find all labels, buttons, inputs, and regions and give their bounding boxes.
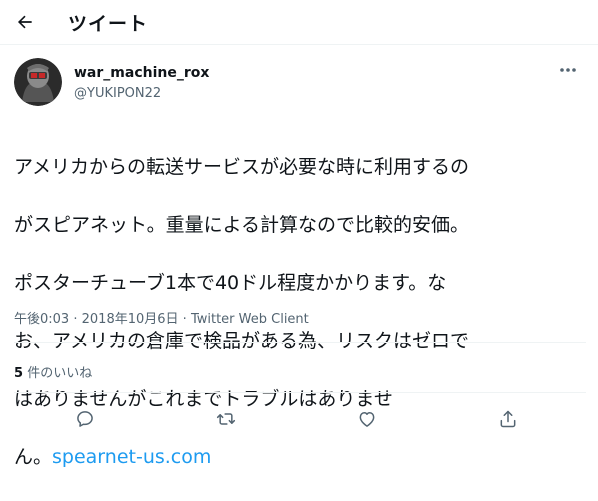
arrow-left-icon	[17, 15, 32, 29]
tweet-date[interactable]: 2018年10月6日	[82, 312, 179, 327]
reply-button[interactable]	[68, 402, 102, 436]
tweet-source[interactable]: Twitter Web Client	[191, 312, 309, 327]
share-button[interactable]	[491, 402, 525, 436]
divider	[14, 342, 586, 343]
display-name[interactable]: war_machine_rox	[74, 65, 209, 81]
tweet-meta: 午後0:03 · 2018年10月6日 · Twitter Web Client	[14, 308, 309, 327]
avatar-image	[14, 58, 62, 106]
more-button[interactable]	[556, 60, 580, 80]
reply-icon	[77, 411, 93, 427]
likes-count-link[interactable]: 5 件のいいね	[14, 362, 92, 381]
back-button[interactable]	[10, 7, 40, 37]
top-bar: ツイート	[0, 0, 598, 45]
tweet-line-prefix: ん。	[14, 446, 53, 468]
more-horizontal-icon	[560, 68, 576, 72]
user-handle[interactable]: @YUKIPON22	[74, 86, 161, 101]
likes-label: 件のいいね	[27, 366, 93, 381]
like-icon	[359, 412, 375, 427]
page-title: ツイート	[68, 13, 149, 35]
like-button[interactable]	[350, 402, 384, 436]
avatar[interactable]	[14, 58, 62, 106]
meta-separator: ·	[182, 312, 187, 327]
likes-count: 5	[14, 366, 24, 381]
divider	[14, 392, 586, 393]
tweet-line: アメリカからの転送サービスが必要な時に利用するの	[14, 156, 470, 178]
meta-separator: ·	[73, 312, 78, 327]
tweet-link[interactable]: spearnet-us.com	[52, 446, 211, 468]
tweet-line: ん。spearnet-us.com	[14, 443, 586, 472]
retweet-button[interactable]	[209, 402, 243, 436]
tweet-time[interactable]: 午後0:03	[14, 312, 69, 327]
tweet-line: がスピアネット。重量による計算なので比較的安価。	[14, 214, 470, 236]
share-icon	[500, 410, 516, 428]
tweet-line: ポスターチューブ1本で40ドル程度かかります。な	[14, 272, 447, 294]
retweet-icon	[216, 413, 236, 425]
